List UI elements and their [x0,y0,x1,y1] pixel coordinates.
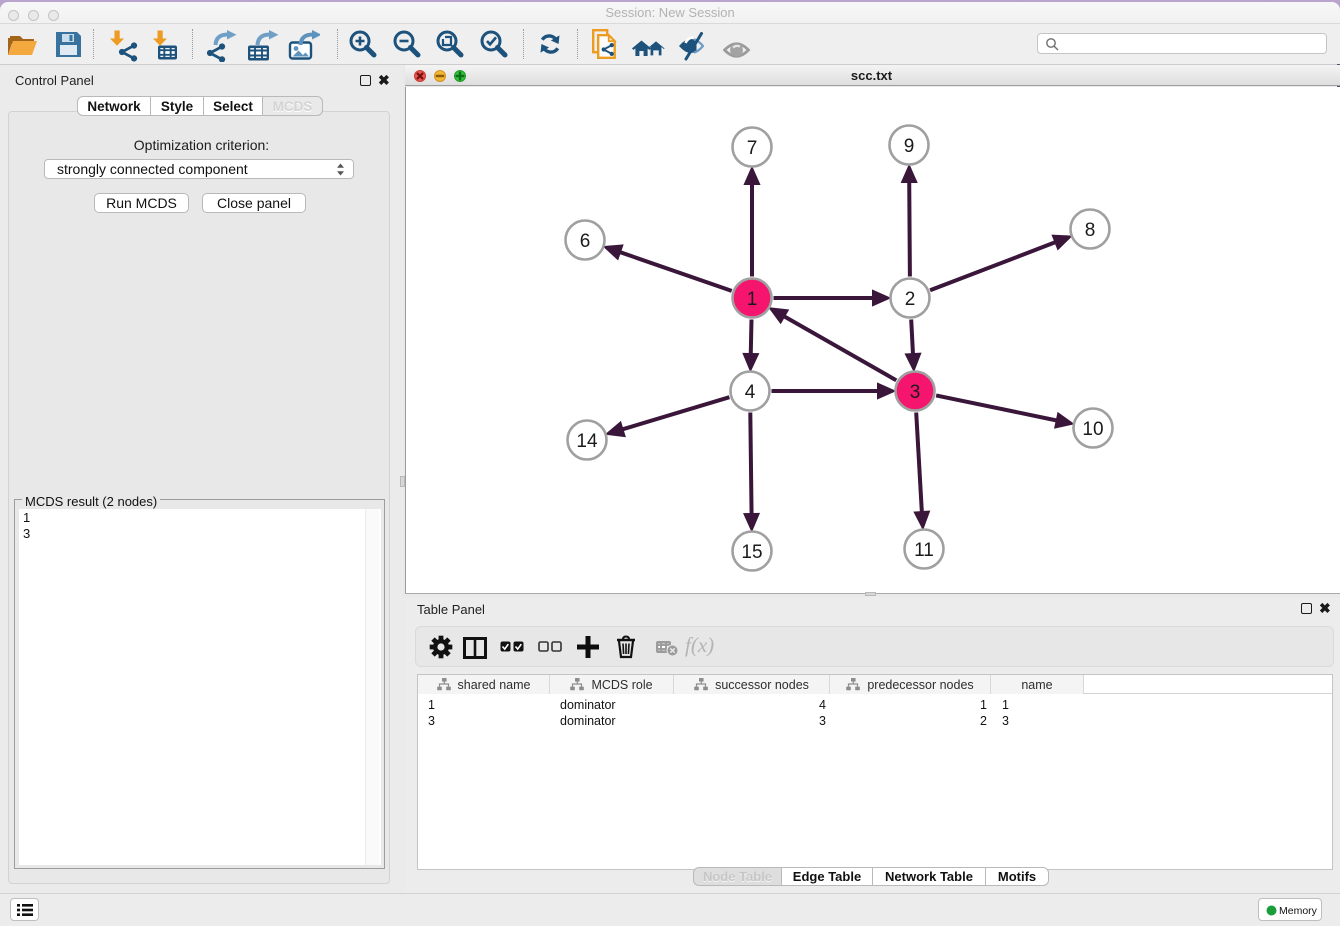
svg-text:1: 1 [747,289,758,310]
svg-text:2: 2 [905,289,916,310]
svg-text:15: 15 [741,542,762,563]
svg-text:8: 8 [1085,220,1096,241]
svg-text:9: 9 [904,136,915,157]
svg-text:6: 6 [580,231,591,252]
svg-text:10: 10 [1082,419,1103,440]
svg-text:7: 7 [747,138,758,159]
svg-text:3: 3 [910,382,921,403]
svg-text:4: 4 [745,382,756,403]
svg-text:11: 11 [914,540,934,561]
svg-text:14: 14 [576,431,598,452]
